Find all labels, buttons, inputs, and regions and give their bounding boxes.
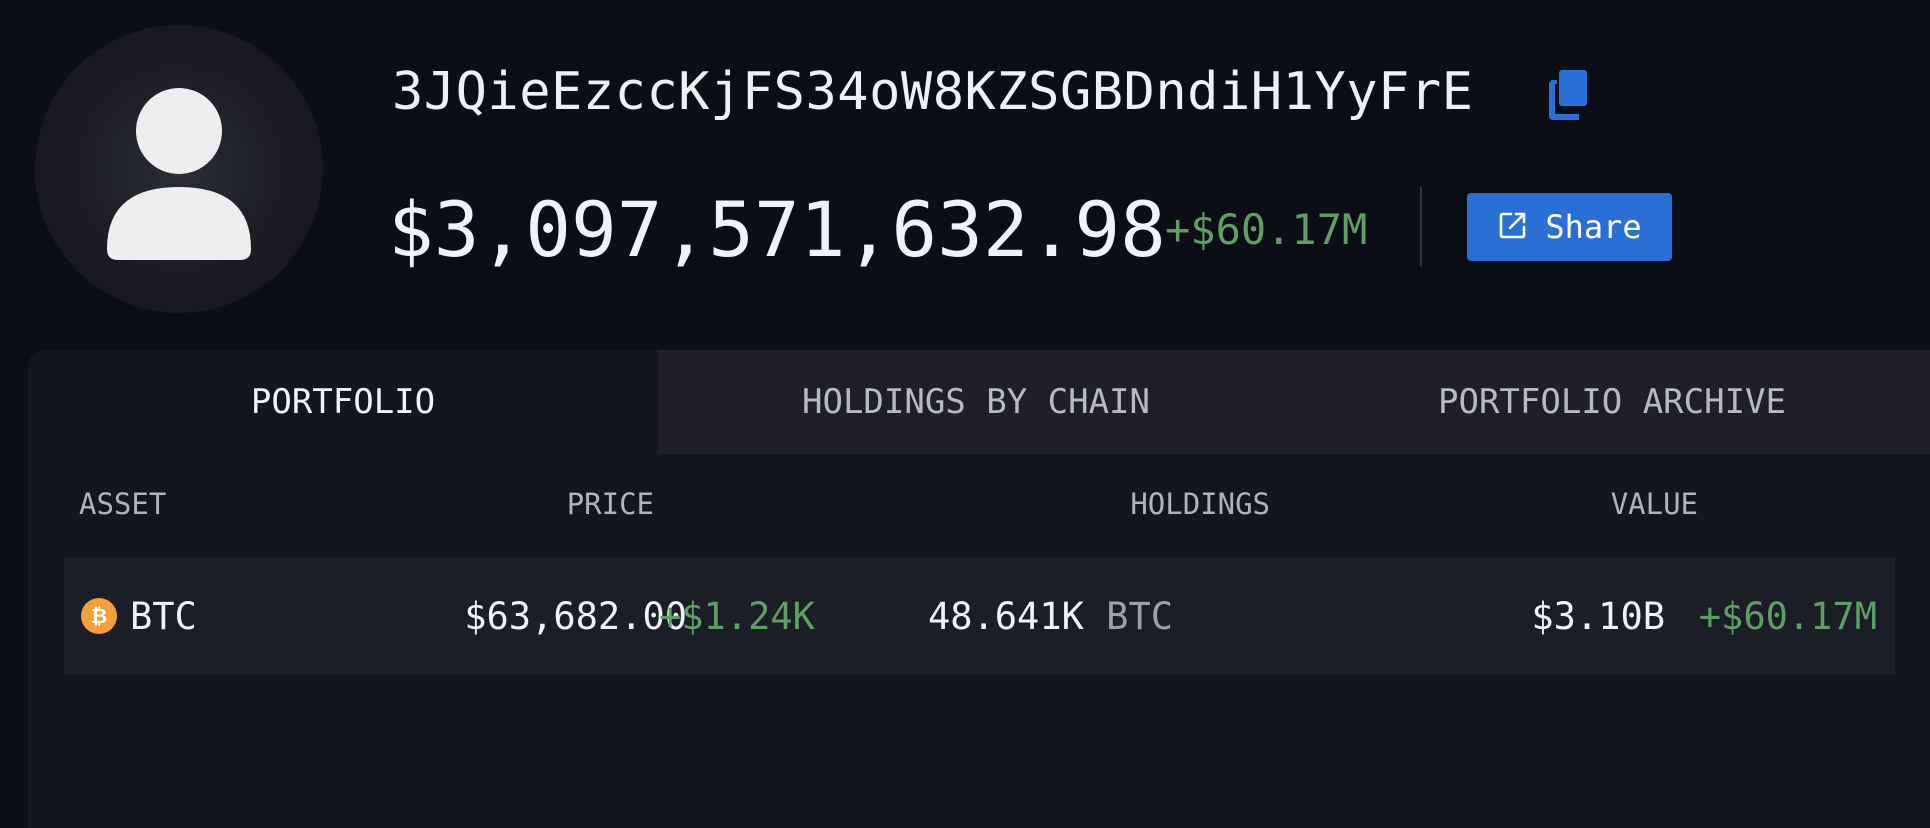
wallet-address: 3JQieEzccKjFS34oW8KZSGBDndiH1YyFrE — [392, 62, 1474, 122]
asset-price: $63,682.00 — [464, 595, 687, 638]
column-header-holdings[interactable]: HOLDINGS — [1130, 487, 1270, 521]
bitcoin-icon: ₿ — [81, 598, 117, 634]
holdings-amount: 48.641K — [927, 595, 1084, 638]
tab-holdings-by-chain[interactable]: HOLDINGS BY CHAIN — [658, 350, 1294, 454]
svg-text:₿: ₿ — [91, 604, 107, 628]
copy-icon[interactable] — [1545, 68, 1591, 122]
user-silhouette-icon — [107, 88, 251, 260]
external-link-icon — [1497, 209, 1529, 245]
avatar — [35, 25, 323, 313]
column-header-value[interactable]: VALUE — [1611, 487, 1698, 521]
total-value-change: +$60.17M — [1165, 205, 1368, 254]
tab-portfolio[interactable]: PORTFOLIO — [28, 350, 658, 454]
holdings-unit: BTC — [1106, 595, 1173, 638]
asset-price-change: +$1.24K — [659, 595, 815, 638]
total-portfolio-value: $3,097,571,632.98 — [388, 185, 1166, 274]
asset-value-change: +$60.17M — [1698, 595, 1877, 638]
header-divider — [1420, 187, 1422, 267]
table-row[interactable]: ₿ BTC $63,682.00 +$1.24K 48.641K BTC $3.… — [64, 557, 1895, 675]
column-header-price[interactable]: PRICE — [567, 487, 654, 521]
portfolio-panel: PORTFOLIO HOLDINGS BY CHAIN PORTFOLIO AR… — [28, 350, 1930, 828]
share-button[interactable]: Share — [1467, 193, 1672, 261]
tab-portfolio-archive[interactable]: PORTFOLIO ARCHIVE — [1294, 350, 1930, 454]
tab-bar: PORTFOLIO HOLDINGS BY CHAIN PORTFOLIO AR… — [28, 350, 1930, 454]
asset-value: $3.10B — [1531, 595, 1665, 638]
column-header-asset[interactable]: ASSET — [79, 487, 166, 521]
asset-symbol: BTC — [130, 595, 197, 638]
asset-holdings: 48.641K BTC — [928, 595, 1173, 638]
share-button-label: Share — [1545, 208, 1642, 246]
